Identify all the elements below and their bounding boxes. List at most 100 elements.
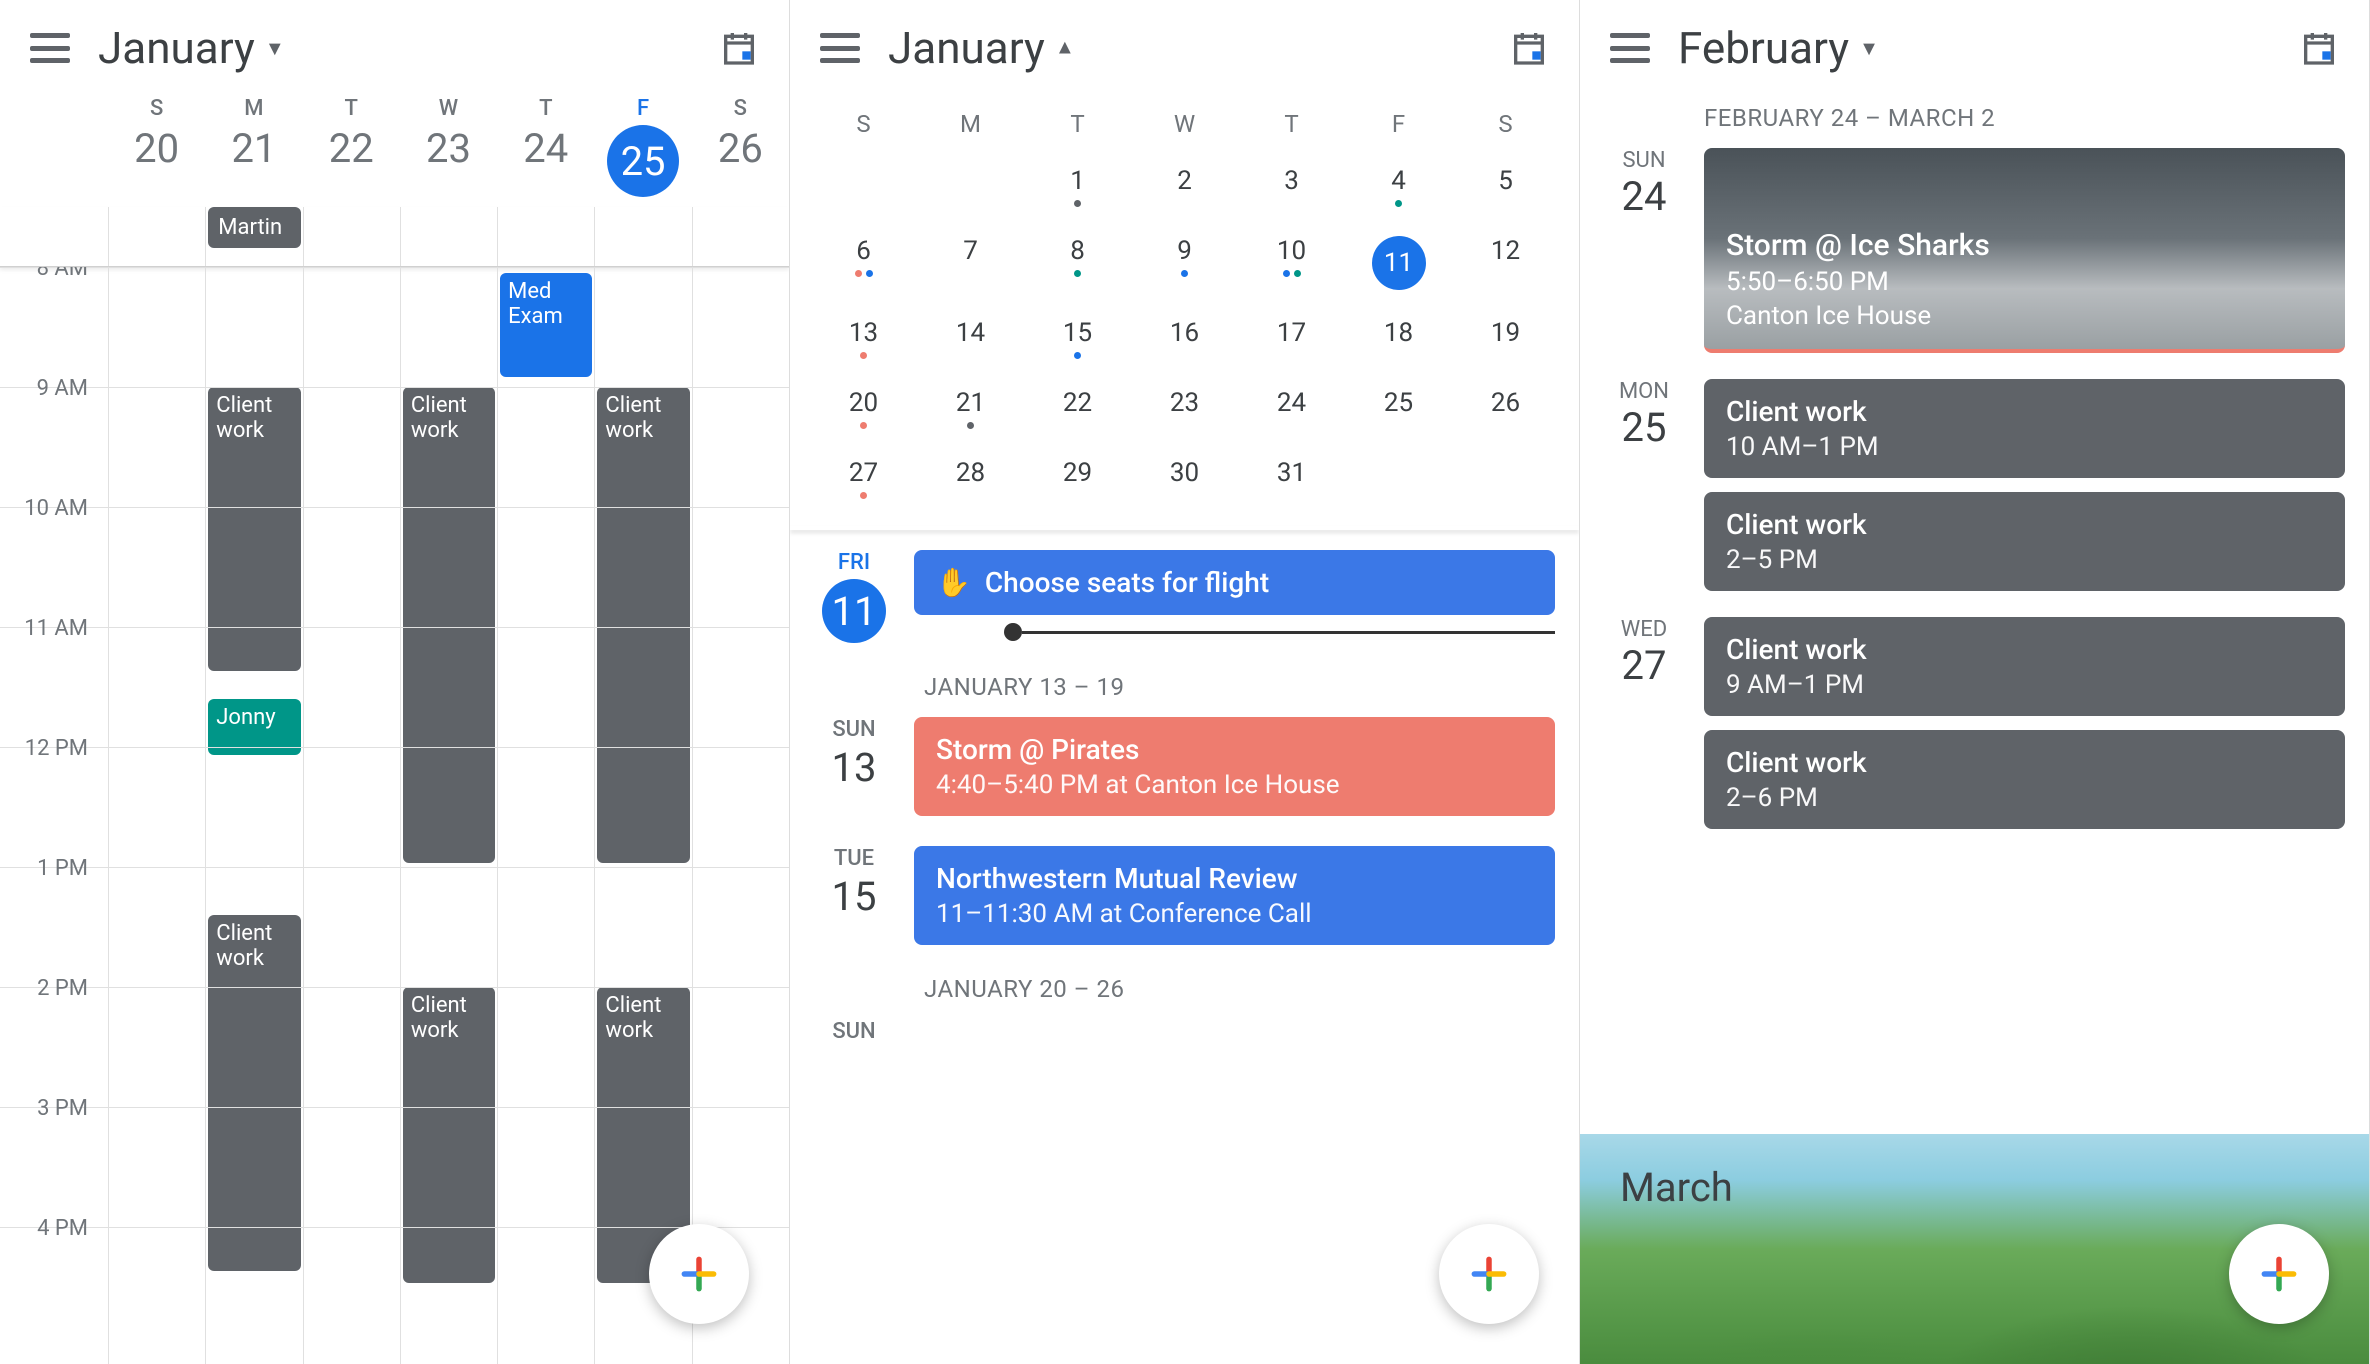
event-card[interactable]: Client work9 AM–1 PM [1704, 617, 2345, 716]
month-day-cell[interactable] [1345, 444, 1452, 514]
event-card[interactable]: Client work2–6 PM [1704, 730, 2345, 829]
allday-slot[interactable]: Martin [205, 207, 302, 266]
allday-slot[interactable] [400, 207, 497, 266]
allday-slot[interactable] [108, 207, 205, 266]
day-number: 24 [1604, 173, 1684, 220]
allday-event-chip[interactable]: Martin [208, 207, 300, 248]
day-column-header[interactable]: F25 [594, 96, 691, 197]
today-icon[interactable] [1509, 26, 1549, 70]
day-number: 18 [1345, 318, 1452, 348]
month-day-cell[interactable]: 5 [1452, 152, 1559, 222]
day-number: 14 [917, 318, 1024, 348]
month-day-cell[interactable]: 2 [1131, 152, 1238, 222]
month-day-cell[interactable]: 22 [1024, 374, 1131, 444]
month-day-cell[interactable]: 21 [917, 374, 1024, 444]
weekday-label: SUN [814, 1019, 894, 1044]
event-dots [1238, 270, 1345, 278]
month-day-cell[interactable]: 19 [1452, 304, 1559, 374]
event-subtitle: 2–6 PM [1726, 783, 2323, 813]
day-number: 8 [1024, 236, 1131, 266]
weekday-label: TUE [814, 846, 894, 871]
month-day-cell[interactable]: 8 [1024, 222, 1131, 304]
schedule-list[interactable]: FRI 11 ✋ Choose seats for flight JANUARY… [790, 550, 1579, 1044]
month-day-cell[interactable]: 1 [1024, 152, 1131, 222]
event-subtitle: 10 AM–1 PM [1726, 432, 2323, 462]
allday-slot[interactable] [497, 207, 594, 266]
allday-slot[interactable] [594, 207, 691, 266]
event-dots [1024, 352, 1131, 360]
event-dots [1345, 200, 1452, 208]
event-card[interactable]: ✋ Choose seats for flight [914, 550, 1555, 615]
month-day-cell[interactable]: 13 [810, 304, 917, 374]
month-day-cell[interactable] [917, 152, 1024, 222]
month-day-cell[interactable]: 23 [1131, 374, 1238, 444]
day-number: 12 [1452, 236, 1559, 266]
month-day-cell[interactable]: 30 [1131, 444, 1238, 514]
month-day-cell[interactable]: 27 [810, 444, 917, 514]
today-icon[interactable] [2299, 26, 2339, 70]
now-indicator [1004, 623, 1555, 641]
day-column-header[interactable]: T24 [497, 96, 594, 197]
month-day-cell[interactable]: 9 [1131, 222, 1238, 304]
day-column-header[interactable]: M21 [205, 96, 302, 197]
month-day-cell[interactable]: 14 [917, 304, 1024, 374]
month-day-cell[interactable]: 28 [917, 444, 1024, 514]
month-day-cell[interactable]: 25 [1345, 374, 1452, 444]
day-column-header[interactable]: S26 [692, 96, 789, 197]
event-card[interactable]: Northwestern Mutual Review 11–11:30 AM a… [914, 846, 1555, 945]
month-day-cell[interactable]: 26 [1452, 374, 1559, 444]
month-day-cell[interactable]: 31 [1238, 444, 1345, 514]
month-day-cell[interactable]: 3 [1238, 152, 1345, 222]
month-day-cell[interactable]: 18 [1345, 304, 1452, 374]
month-day-cell[interactable]: 17 [1238, 304, 1345, 374]
event-card[interactable]: Storm @ Pirates 4:40–5:40 PM at Canton I… [914, 717, 1555, 816]
month-dropdown[interactable]: January ▼ [98, 22, 285, 74]
create-event-fab[interactable] [649, 1224, 749, 1324]
dow-label: T [1238, 96, 1345, 152]
hour-label: 4 PM [0, 1216, 100, 1241]
menu-icon[interactable] [1610, 33, 1650, 63]
month-day-cell[interactable]: 29 [1024, 444, 1131, 514]
month-day-cell[interactable]: 4 [1345, 152, 1452, 222]
month-day-cell[interactable]: 12 [1452, 222, 1559, 304]
event-card[interactable]: Client work2–5 PM [1704, 492, 2345, 591]
month-picker[interactable]: SMTWTFS123456789101112131415161718192021… [790, 96, 1579, 526]
dow-label: W [1131, 96, 1238, 152]
dow-label: S [692, 96, 789, 121]
create-event-fab[interactable] [1439, 1224, 1539, 1324]
hour-label: 3 PM [0, 1096, 100, 1121]
month-day-cell[interactable]: 24 [1238, 374, 1345, 444]
month-day-cell[interactable]: 7 [917, 222, 1024, 304]
month-dropdown[interactable]: January ▼ [888, 22, 1075, 74]
month-day-cell[interactable]: 6 [810, 222, 917, 304]
day-number: 17 [1238, 318, 1345, 348]
time-grid[interactable]: Client workJonnyClient workClient workCl… [0, 267, 789, 1364]
event-card[interactable]: Client work10 AM–1 PM [1704, 379, 2345, 478]
month-day-cell[interactable]: 15 [1024, 304, 1131, 374]
allday-slot[interactable] [303, 207, 400, 266]
month-day-cell[interactable]: 10 [1238, 222, 1345, 304]
day-column-header[interactable]: S20 [108, 96, 205, 197]
event-dots [1131, 270, 1238, 278]
agenda-list[interactable]: FEBRUARY 24 – MARCH 2 SUN 24 Storm @ Ice… [1580, 104, 2369, 829]
date-range-label: JANUARY 20 – 26 [924, 975, 1555, 1003]
day-column-header[interactable]: T22 [303, 96, 400, 197]
month-day-cell[interactable] [1452, 444, 1559, 514]
date-number: 22 [303, 125, 400, 172]
allday-slot[interactable] [692, 207, 789, 266]
weekday-label: SUN [1604, 148, 1684, 173]
today-icon[interactable] [719, 26, 759, 70]
month-day-cell[interactable] [810, 152, 917, 222]
month-day-cell[interactable]: 20 [810, 374, 917, 444]
event-subtitle: 11–11:30 AM at Conference Call [936, 899, 1533, 929]
agenda-view-panel: February ▼ FEBRUARY 24 – MARCH 2 SUN 24 … [1580, 0, 2370, 1364]
menu-icon[interactable] [820, 33, 860, 63]
create-event-fab[interactable] [2229, 1224, 2329, 1324]
menu-icon[interactable] [30, 33, 70, 63]
day-column-header[interactable]: W23 [400, 96, 497, 197]
month-dropdown[interactable]: February ▼ [1678, 22, 1879, 74]
month-day-cell[interactable]: 16 [1131, 304, 1238, 374]
chevron-up-icon: ▼ [1055, 36, 1075, 61]
event-card-hero[interactable]: Storm @ Ice Sharks 5:50–6:50 PM Canton I… [1704, 148, 2345, 353]
month-day-cell[interactable]: 11 [1345, 222, 1452, 304]
